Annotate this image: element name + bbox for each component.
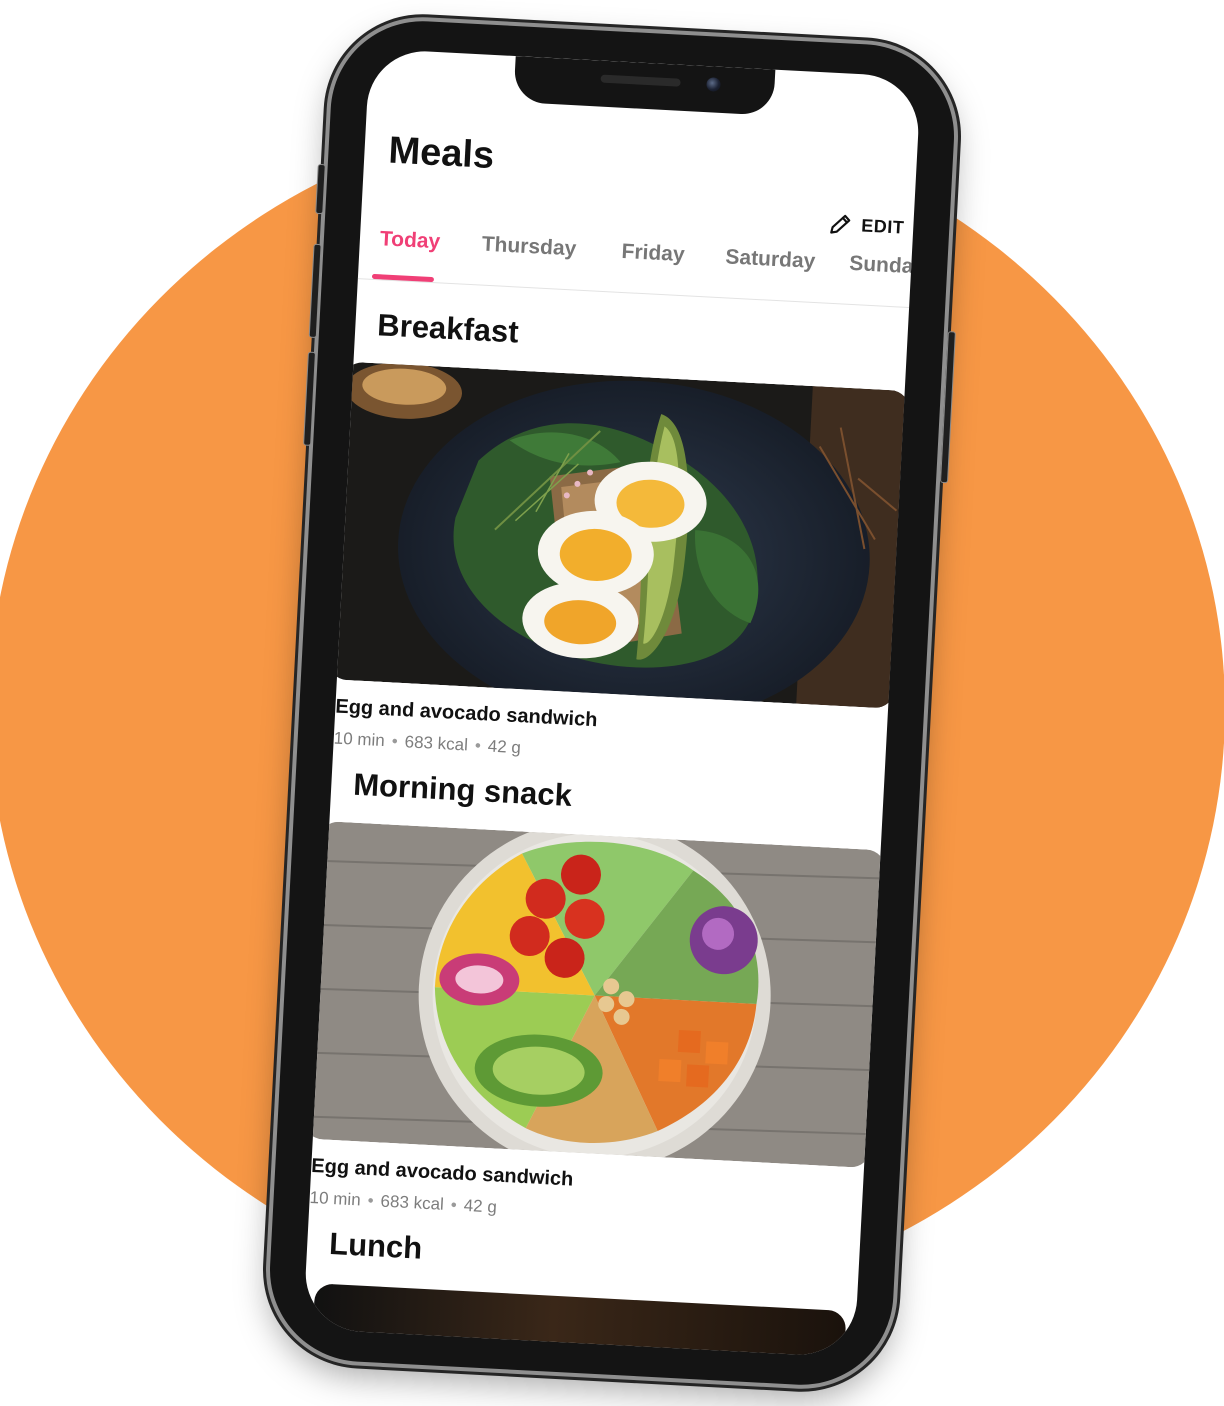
egg-avocado-toast-photo <box>326 361 911 709</box>
phone-mockup: Meals EDIT Today Thursday Friday Saturda… <box>265 16 959 1390</box>
meta-separator: • <box>391 731 399 751</box>
meal-time: 10 min <box>309 1187 362 1210</box>
meal-weight: 42 g <box>463 1195 498 1217</box>
tab-today[interactable]: Today <box>379 227 440 254</box>
front-camera <box>706 77 721 92</box>
meal-time: 10 min <box>333 728 386 751</box>
active-tab-indicator <box>371 273 435 283</box>
speaker-grille <box>600 74 681 87</box>
vegetable-bowl-photo <box>302 820 887 1169</box>
page-title: Meals <box>387 129 496 178</box>
meta-separator: • <box>474 735 482 756</box>
meal-weight: 42 g <box>487 736 522 758</box>
section-title-lunch: Lunch <box>328 1225 424 1266</box>
tab-thursday[interactable]: Thursday <box>481 233 577 262</box>
section-title-morning-snack: Morning snack <box>352 766 573 814</box>
meta-separator: • <box>367 1190 375 1211</box>
meal-calories: 683 kcal <box>380 1191 445 1214</box>
app-screen: Meals EDIT Today Thursday Friday Saturda… <box>302 48 922 1358</box>
tab-sunday[interactable]: Sunday <box>849 252 921 280</box>
marketing-stage: Meals EDIT Today Thursday Friday Saturda… <box>0 0 1224 1406</box>
meal-calories: 683 kcal <box>404 732 469 755</box>
tab-friday[interactable]: Friday <box>621 240 685 267</box>
meal-card-breakfast[interactable]: Egg and avocado sandwich 10 min • 683 kc… <box>323 361 911 777</box>
meal-card-morning-snack[interactable]: Egg and avocado sandwich 10 min • 683 kc… <box>302 820 887 1237</box>
meta-separator: • <box>450 1195 458 1215</box>
tab-saturday[interactable]: Saturday <box>725 245 816 274</box>
section-title-breakfast: Breakfast <box>376 307 520 350</box>
edit-label: EDIT <box>860 214 905 238</box>
pencil-icon <box>827 211 854 238</box>
edit-button[interactable]: EDIT <box>827 209 905 243</box>
